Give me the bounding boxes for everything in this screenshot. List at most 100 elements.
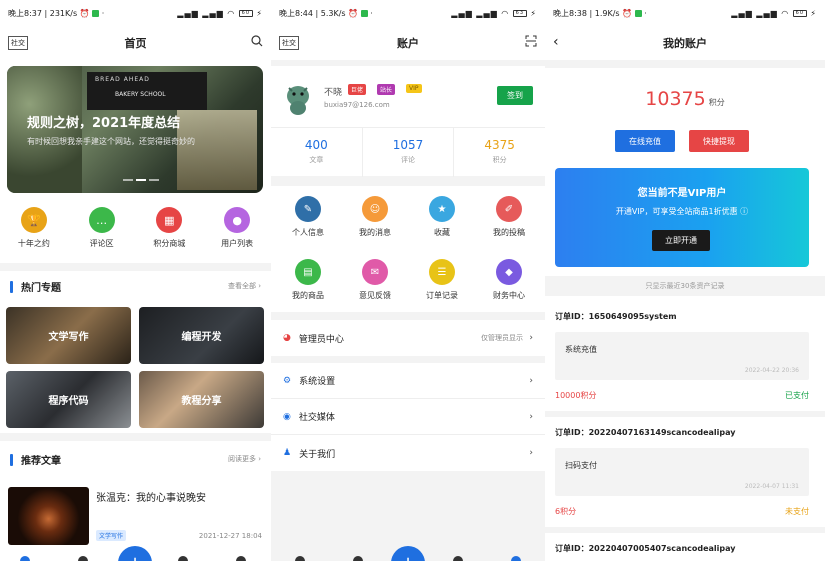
menu-my-messages[interactable]: ☺ 我的消息 [341, 196, 409, 238]
social-media-row[interactable]: ◉ 社交媒体 › [271, 399, 545, 435]
order-status: 已支付 [785, 391, 809, 400]
vip-title: 您当前不是VIP用户 [637, 188, 727, 199]
banner-subtitle: 有时候回想我亲手建这个网站，还觉得挺奇妙的 [27, 137, 195, 146]
vip-promo-card: 您当前不是VIP用户 开通VIP，可享受全站商品1折优惠 ⓘ 立即开通 [555, 168, 809, 267]
top-nav: ‹ 我的账户 [545, 26, 825, 60]
battery-icon: 63 [512, 9, 527, 17]
divider [545, 60, 825, 68]
app-notification-icon [634, 9, 642, 17]
quick-item-users[interactable]: ● 用户列表 [207, 207, 267, 249]
article-thumbnail[interactable] [8, 487, 89, 545]
article-title[interactable]: 张温克：我的心事说晚安 [96, 489, 206, 504]
admin-only-hint: 仅管理员显示 [481, 334, 523, 342]
username: 不晓 [324, 88, 343, 98]
quick-item-label: 评论区 [89, 239, 114, 248]
topic-card-literature[interactable]: 文学写作 [6, 307, 131, 364]
menu-finance[interactable]: ◆ 财务中心 [475, 259, 543, 301]
about-icon: ♟ [283, 448, 292, 458]
tab-profile-icon[interactable] [236, 556, 246, 561]
my-account-screen: 晚上8:38 | 1.9K/s ⏰ · ▂▄▆ ▂▄▆ ◠ 60 ⚡ ‹ 我的账… [545, 0, 825, 561]
carousel-dots[interactable] [123, 179, 159, 181]
chevron-right-icon: › [529, 448, 533, 458]
user-stats: 400 文章 1057 评论 4375 积分 [271, 127, 545, 177]
menu-favorites[interactable]: ★ 收藏 [408, 196, 476, 238]
article-tag[interactable]: 文学写作 [96, 530, 127, 541]
quick-links: 🏆 十年之约 … 评论区 ▦ 积分商城 ● 用户列表 [0, 207, 271, 249]
scan-icon[interactable] [525, 35, 537, 50]
palette-icon: ◕ [283, 333, 291, 343]
app-notification-icon [360, 9, 368, 17]
menu-order-history[interactable]: ☰ 订单记录 [408, 259, 476, 301]
status-bar: 晚上8:44 | 5.3K/s ⏰ · ▂▄▆ ▂▄▆ ◠ 63 ⚡ [271, 0, 545, 26]
stat-points[interactable]: 4375 积分 [454, 128, 545, 177]
signal-icon: ▂▄▆ ▂▄▆ ◠ [451, 8, 510, 18]
divider [0, 433, 271, 441]
diamond-icon: ◆ [496, 259, 522, 285]
settings-row[interactable]: ⚙ 系统设置 › [271, 363, 545, 399]
top-nav: 社交 账户 [271, 26, 545, 60]
avatar[interactable] [283, 82, 313, 116]
admin-center-row[interactable]: ◕ 管理员中心 仅管理员显示 › [271, 320, 545, 356]
status-bar: 晚上8:37 | 231K/s ⏰ · ▂▄▆ ▂▄▆ ◠ 60 ⚡ [8, 8, 263, 18]
signal-icon: ▂▄▆ ▂▄▆ ◠ [731, 8, 790, 18]
hot-topics-heading: 热门专题 [10, 279, 61, 294]
trophy-icon: 🏆 [20, 207, 47, 233]
user-icon: ● [224, 207, 251, 233]
back-arrow-icon[interactable]: ‹ [553, 34, 559, 50]
topic-card-programming[interactable]: 编程开发 [139, 307, 264, 364]
quick-item-ten-year[interactable]: 🏆 十年之约 [4, 207, 64, 249]
app-notification-icon [92, 9, 100, 17]
goods-icon: ▤ [295, 259, 321, 285]
tab-discover-icon[interactable] [353, 556, 363, 561]
page-title: 首页 [124, 37, 147, 50]
points-balance: 10375 积分 [545, 88, 825, 110]
status-time: 晚上8:37 | 231K/s [8, 8, 78, 18]
about-us-row[interactable]: ♟ 关于我们 › [271, 435, 545, 471]
chevron-right-icon: › [529, 375, 533, 386]
order-card[interactable]: 系统充值 2022-04-22 20:36 [555, 332, 809, 380]
edit-icon: ✎ [295, 196, 321, 222]
divider [0, 263, 271, 271]
menu-my-goods[interactable]: ▤ 我的商品 [274, 259, 342, 301]
status-bar: 晚上8:38 | 1.9K/s ⏰ · ▂▄▆ ▂▄▆ ◠ 60 ⚡ [553, 8, 817, 18]
user-email: buxia97@126.com [324, 101, 390, 109]
quick-item-label: 用户列表 [221, 239, 254, 248]
recommended-heading: 推荐文章 [10, 452, 61, 467]
article-date: 2021-12-27 18:04 [198, 532, 262, 540]
points-value: 10375 [645, 88, 706, 110]
open-vip-button[interactable]: 立即开通 [652, 230, 710, 251]
check-in-button[interactable]: 签到 [497, 86, 533, 105]
page-title: 我的账户 [663, 37, 707, 50]
tab-home-icon[interactable] [20, 556, 30, 561]
quick-withdraw-button[interactable]: 快捷提现 [689, 130, 749, 152]
search-icon[interactable] [251, 35, 263, 50]
divider [545, 411, 825, 417]
feedback-icon: ✉ [362, 259, 388, 285]
tab-home-icon[interactable] [295, 556, 305, 561]
menu-my-posts[interactable]: ✐ 我的投稿 [475, 196, 543, 238]
stat-comments[interactable]: 1057 评论 [363, 128, 455, 177]
account-screen: 晚上8:44 | 5.3K/s ⏰ · ▂▄▆ ▂▄▆ ◠ 63 ⚡ 社交 账户… [271, 0, 545, 561]
badge-vip: VIP [406, 84, 422, 93]
create-post-button[interactable]: + [118, 546, 152, 561]
banner-carousel[interactable]: BREAD AHEAD BAKERY SCHOOL 规则之树，2021年度总结 … [7, 66, 263, 193]
tab-shop-icon[interactable] [178, 556, 188, 561]
read-more-link[interactable]: 阅读更多 › [228, 454, 261, 464]
create-post-button[interactable]: + [391, 546, 425, 561]
view-all-link[interactable]: 查看全部 › [228, 281, 261, 291]
menu-feedback[interactable]: ✉ 意见反馈 [341, 259, 409, 301]
tab-discover-icon[interactable] [78, 556, 88, 561]
stat-articles[interactable]: 400 文章 [271, 128, 363, 177]
social-tag-button[interactable]: 社交 [8, 36, 28, 50]
tab-shop-icon[interactable] [453, 556, 463, 561]
tab-profile-icon[interactable] [511, 556, 521, 561]
quick-item-comments[interactable]: … 评论区 [72, 207, 132, 249]
topic-card-tutorials[interactable]: 教程分享 [139, 371, 264, 428]
order-card[interactable]: 扫码支付 2022-04-07 11:31 [555, 448, 809, 496]
menu-personal-info[interactable]: ✎ 个人信息 [274, 196, 342, 238]
order-icon: ☰ [429, 259, 455, 285]
topic-card-code[interactable]: 程序代码 [6, 371, 131, 428]
online-recharge-button[interactable]: 在线充值 [615, 130, 675, 152]
social-tag-button[interactable]: 社交 [279, 36, 299, 50]
quick-item-store[interactable]: ▦ 积分商城 [139, 207, 199, 249]
